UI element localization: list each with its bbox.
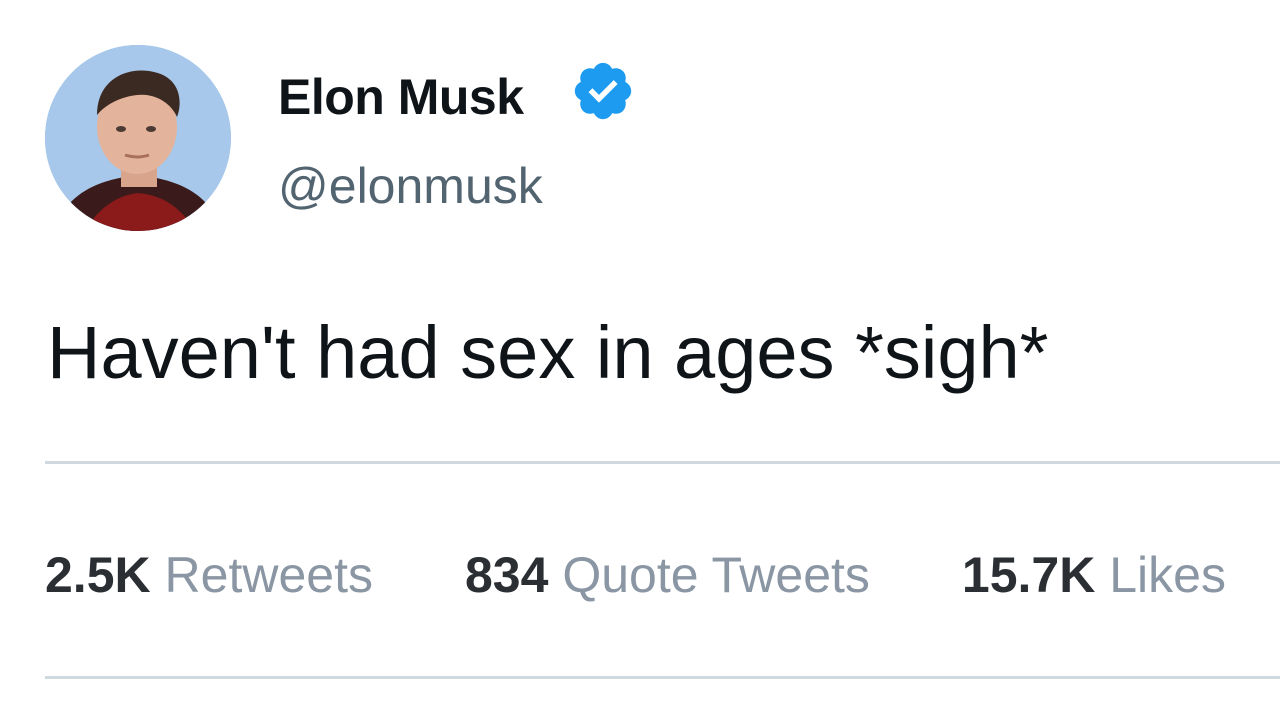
stat-quote-tweets[interactable]: 834 Quote Tweets [465,546,870,604]
stat-label: Likes [1109,547,1226,603]
tweet-card: Elon Musk @elonmusk Haven't had sex in a… [0,0,1280,720]
stat-retweets[interactable]: 2.5K Retweets [45,546,373,604]
profile-photo-icon [45,45,231,231]
avatar[interactable] [45,45,231,231]
stat-count: 2.5K [45,547,151,603]
display-name[interactable]: Elon Musk [278,68,524,126]
tweet-stats: 2.5K Retweets 834 Quote Tweets 15.7K Lik… [45,546,1280,604]
user-handle[interactable]: @elonmusk [278,157,543,215]
verified-badge-icon [570,58,636,124]
stat-count: 834 [464,547,549,603]
divider [45,461,1280,464]
tweet-text: Haven't had sex in ages *sigh* [47,311,1049,394]
stat-label: Retweets [164,547,373,603]
stat-likes[interactable]: 15.7K Likes [962,546,1226,604]
divider [45,676,1280,679]
stat-label: Quote Tweets [562,547,870,603]
stat-count: 15.7K [961,547,1096,603]
